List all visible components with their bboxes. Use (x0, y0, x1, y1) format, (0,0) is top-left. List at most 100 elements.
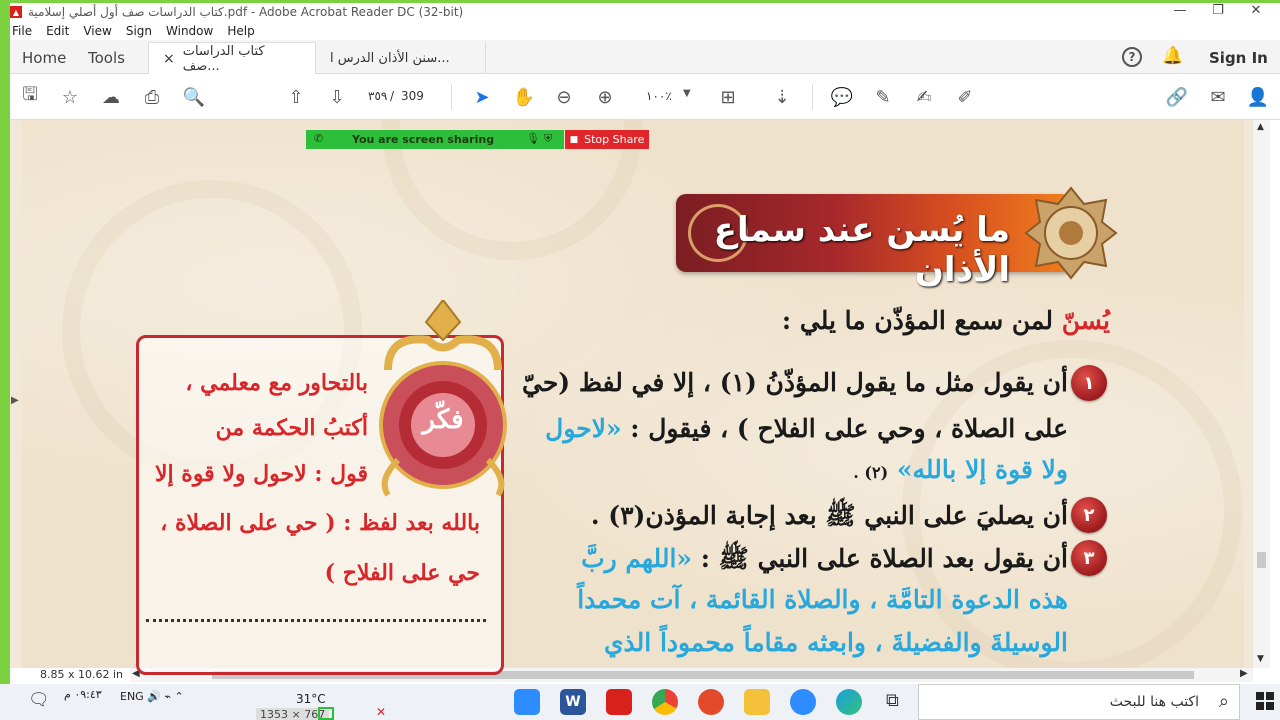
scrollbar-thumb[interactable] (1257, 552, 1266, 568)
taskbar-search-box[interactable]: اكتب هنا للبحث ⌕ (918, 684, 1240, 720)
print-icon[interactable]: ⎙ (140, 85, 164, 109)
acrobat-app-icon[interactable] (606, 689, 632, 715)
maximize-button[interactable]: ❐ (1198, 3, 1238, 18)
notification-icon[interactable]: 🗨 (28, 690, 50, 710)
edge-app-icon[interactable] (836, 689, 862, 715)
item-3-line-1-text: أن يقول بعد الصلاة على النبي ﷺ : (700, 544, 1068, 573)
task-view-icon[interactable]: ⧉ (886, 690, 899, 711)
chevron-down-icon[interactable]: ▼ (683, 88, 691, 99)
draw-sign-icon[interactable]: ✍ (912, 85, 936, 109)
close-x-icon[interactable]: ✕ (376, 705, 386, 719)
stop-square-icon: ■ (569, 134, 579, 145)
screen-share-banner: ✆ You are screen sharing 🎙 ⛨ (306, 130, 564, 149)
scroll-up-icon[interactable]: ▲ (1257, 122, 1264, 132)
think-line-5: حي على الفلاح ) (324, 560, 480, 586)
think-line-1: بالتحاور مع معلمي ، (185, 370, 368, 396)
scroll-mode-icon[interactable]: ⇣ (770, 85, 794, 109)
item-1-footnote: (٢) . (853, 463, 889, 482)
menu-help[interactable]: Help (227, 24, 254, 38)
highlight-pen-icon[interactable]: ✎ (871, 85, 895, 109)
comment-icon[interactable]: 💬 (830, 85, 854, 109)
home-link[interactable]: Home (22, 49, 66, 67)
green-square-icon[interactable] (318, 707, 334, 720)
file-explorer-icon[interactable] (744, 689, 770, 715)
think-line-2: أكتبُ الحكمة من (215, 415, 368, 441)
ornament-medallion-icon (1024, 186, 1118, 280)
mic-icon[interactable]: 🎙 (526, 132, 540, 145)
title-bar: ▲ كتاب الدراسات صف أول أصلي إسلامية.pdf … (10, 3, 1280, 21)
toolbar-divider (812, 84, 813, 110)
weather-widget[interactable]: 31°C (296, 692, 326, 706)
menu-bar: File Edit View Sign Window Help (10, 22, 1280, 40)
add-user-icon[interactable]: 👤 (1246, 85, 1270, 109)
item-number-badge: ١ (1071, 365, 1107, 401)
zoom-search-icon[interactable]: 🔍 (182, 85, 206, 109)
windows-start-icon[interactable] (1256, 692, 1274, 710)
tab-bar: Home Tools × كتاب الدراسات صف... سنن الأ… (10, 40, 1280, 74)
sign-in-link[interactable]: Sign In (1209, 49, 1268, 67)
zoom-app-icon[interactable] (514, 689, 540, 715)
window-title: كتاب الدراسات صف أول أصلي إسلامية.pdf - … (28, 5, 464, 19)
word-app-icon[interactable]: W (560, 689, 586, 715)
tools-link[interactable]: Tools (88, 49, 125, 67)
help-icon[interactable]: ? (1122, 47, 1142, 67)
page-number-input[interactable]: ٣٥٩ (368, 89, 387, 103)
save-icon[interactable]: 🖫 (18, 84, 42, 109)
stop-share-button[interactable]: ■ Stop Share (565, 130, 649, 149)
menu-sign[interactable]: Sign (126, 24, 152, 38)
zoom-in-icon[interactable]: ⊕ (593, 85, 617, 109)
vertical-scrollbar[interactable]: ▲ ▼ (1253, 120, 1270, 668)
previous-page-icon[interactable]: ⇧ (284, 85, 308, 109)
upload-cloud-icon[interactable]: ☁ (99, 85, 123, 109)
tab-current-document[interactable]: × كتاب الدراسات صف... (148, 42, 316, 74)
tab-label: كتاب الدراسات صف... (182, 43, 265, 74)
fill-sign-icon[interactable]: ✐ (953, 85, 977, 109)
close-button[interactable]: ✕ (1236, 3, 1276, 18)
hand-tool-icon[interactable]: ✋ (512, 85, 536, 109)
minimize-button[interactable]: — (1160, 3, 1200, 18)
record-app-icon[interactable] (698, 689, 724, 715)
tab-close-icon[interactable]: × (163, 51, 175, 67)
think-line-4: بالله بعد لفظ : ( حي على الصلاة ، (160, 510, 480, 536)
page-fit-icon[interactable]: ⊞ (716, 85, 740, 109)
taskbar-clock[interactable]: ٠٩:٤٣ م (64, 688, 102, 701)
zoom-level-dropdown[interactable]: ١٠٠٪ (646, 89, 672, 103)
intro-keyword: يُسنّ (1061, 306, 1110, 335)
stop-share-label: Stop Share (584, 133, 645, 146)
scroll-right-icon[interactable]: ▶ (1240, 668, 1248, 679)
lesson-heading-banner: ما يُسن عند سماع الأذان (676, 194, 1072, 290)
toolbar: 🖫 ☆ ☁ ⎙ 🔍 ⇧ ⇩ ٣٥٩ / 309 ➤ ✋ ⊖ ⊕ ١٠٠٪ ▼ ⊞… (10, 74, 1280, 120)
menu-edit[interactable]: Edit (46, 24, 69, 38)
share-status-text: You are screen sharing (352, 133, 495, 146)
phone-icon: ✆ (314, 132, 324, 145)
think-badge-label: فكّر (422, 405, 464, 435)
email-icon[interactable]: ✉ (1206, 85, 1230, 109)
share-link-icon[interactable]: 🔗 (1165, 85, 1189, 109)
search-icon: ⌕ (1218, 691, 1229, 712)
chrome-app-icon[interactable] (652, 689, 678, 715)
scroll-down-icon[interactable]: ▼ (1257, 654, 1264, 664)
zoom-meeting-icon[interactable] (790, 689, 816, 715)
item-1-line-1: أن يقول مثل ما يقول المؤذّنُ (١) ، إلا ف… (522, 368, 1068, 397)
zoom-out-icon[interactable]: ⊖ (552, 85, 576, 109)
bell-icon[interactable]: 🔔 (1162, 46, 1183, 66)
menu-window[interactable]: Window (166, 24, 213, 38)
menu-view[interactable]: View (83, 24, 111, 38)
next-page-icon[interactable]: ⇩ (325, 85, 349, 109)
item-3-line-3: الوسيلةَ والفضيلةَ ، وابعثه مقاماً محمود… (603, 628, 1068, 657)
item-1-line-2-text: على الصلاة ، وحي على الفلاح ) ، فيقول : (630, 414, 1068, 443)
tab-label: سنن الأذان الدرس ا... (330, 50, 450, 66)
item-1-line-2: على الصلاة ، وحي على الفلاح ) ، فيقول : … (545, 414, 1068, 443)
search-placeholder: اكتب هنا للبحث (1109, 694, 1199, 710)
tab-second-document[interactable]: سنن الأذان الدرس ا... (316, 42, 486, 74)
select-cursor-icon[interactable]: ➤ (470, 85, 494, 109)
toolbar-divider (451, 84, 452, 110)
item-1-quote-end: ولا قوة إلا بالله» (896, 455, 1068, 484)
left-panel-toggle-icon[interactable]: ▶ (11, 395, 19, 406)
system-tray-icons[interactable]: ENG 🔊 ⌁ ⌃ (120, 690, 184, 703)
think-badge-ornament (379, 300, 507, 497)
menu-file[interactable]: File (12, 24, 32, 38)
item-1-quote-start: «لاحول (545, 414, 622, 443)
bookmark-star-icon[interactable]: ☆ (58, 85, 82, 109)
page-separator: / (390, 89, 395, 103)
